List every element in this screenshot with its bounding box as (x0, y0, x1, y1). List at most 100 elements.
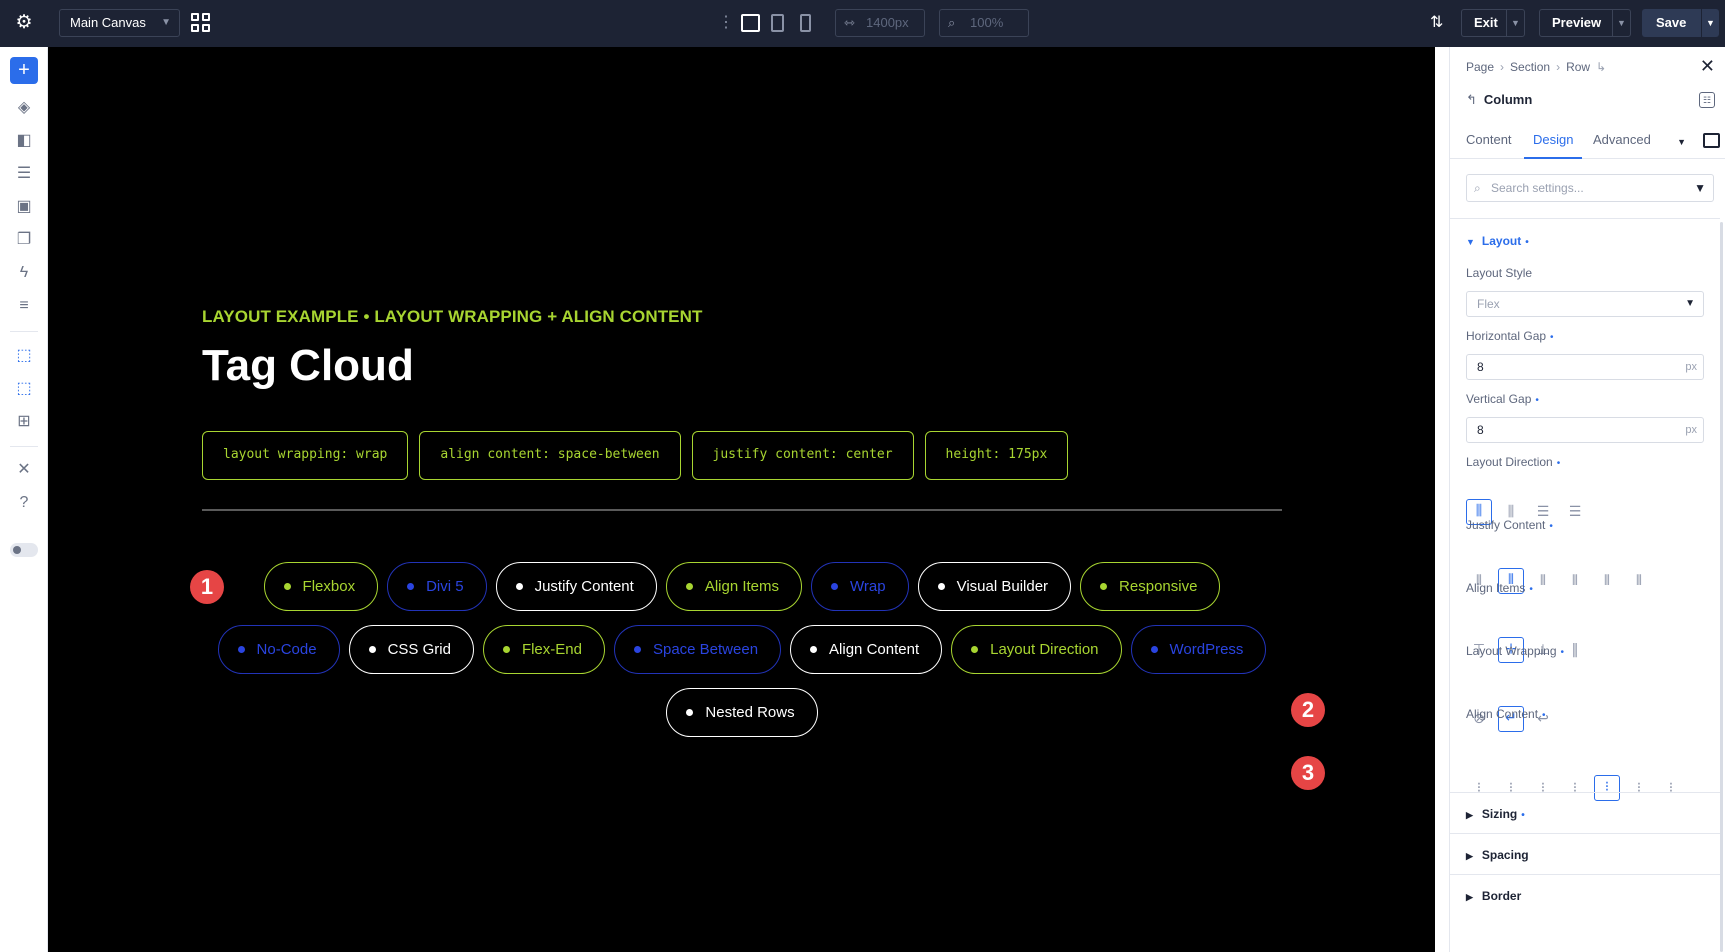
vertical-gap-input[interactable]: 8 px (1466, 417, 1704, 443)
layout-direction-label: Layout Direction • (1466, 455, 1561, 469)
chevron-down-icon[interactable]: ▼ (1612, 10, 1630, 36)
align-content-start-icon[interactable]: ⁝ (1498, 775, 1524, 801)
sizing-group-header[interactable]: ▶ Sizing • (1466, 807, 1525, 821)
tab-content[interactable]: Content (1466, 127, 1512, 159)
tag-label: Align Content (829, 641, 920, 658)
filter-icon[interactable]: ▼ (1694, 175, 1706, 201)
mode-toggle[interactable] (10, 543, 38, 557)
direction-column-reverse-icon[interactable]: ☰ (1562, 499, 1588, 525)
help-icon[interactable]: ? (12, 491, 36, 515)
theme-icon[interactable]: ◧ (12, 129, 36, 153)
layout-style-select[interactable]: Flex ▼ (1466, 291, 1704, 317)
search-placeholder: Search settings... (1491, 181, 1584, 195)
canvas-select-label: Main Canvas (70, 15, 146, 30)
search-icon: ⌕ (1474, 181, 1481, 195)
justify-space-between-icon[interactable]: ⦀ (1562, 568, 1588, 594)
tag-label: Flexbox (302, 578, 356, 595)
align-content-space-around-icon[interactable]: ⁝ (1626, 775, 1652, 801)
align-content-text: Align Content (1466, 707, 1539, 721)
grid-view-icon[interactable] (191, 13, 210, 32)
tablet-view-icon[interactable] (771, 14, 784, 32)
align-content-end-icon[interactable]: ⁝ (1562, 775, 1588, 801)
align-content-space-between-icon[interactable]: ⁝ (1594, 775, 1620, 801)
horizontal-gap-value: 8 (1477, 360, 1484, 374)
canvas-width-field[interactable]: ⇿ 1400px (835, 9, 925, 37)
list-icon[interactable]: ≡ (12, 294, 36, 318)
tag-chip: No-Code (217, 625, 340, 674)
tag-chip: Wrap (811, 562, 909, 611)
template-icon[interactable]: ▣ (12, 195, 36, 219)
preview-button[interactable]: Preview ▼ (1539, 9, 1631, 37)
layout-wrapping-text: Layout Wrapping (1466, 644, 1557, 658)
close-icon[interactable]: ✕ (1700, 56, 1715, 77)
tag-chip: Flexbox (263, 562, 379, 611)
tag-label: Layout Direction (990, 641, 1099, 658)
align-stretch-icon[interactable]: ‖ (1562, 637, 1588, 663)
panel-scrollbar[interactable] (1720, 222, 1723, 952)
more-icon[interactable]: ⋮ (718, 13, 734, 33)
desktop-view-icon[interactable] (741, 14, 760, 32)
settings-layout-icon[interactable]: ⊞ (12, 410, 36, 434)
pages-icon[interactable]: ❐ (12, 228, 36, 252)
justify-space-around-icon[interactable]: ⦀ (1594, 568, 1620, 594)
tag-chip: Space Between (613, 625, 782, 674)
bullet-dot-icon (1100, 583, 1108, 590)
bullet-dot-icon (237, 646, 245, 653)
align-content-stretch-icon[interactable]: ⁝ (1466, 775, 1492, 801)
settings-search-input[interactable]: ⌕ Search settings... ▼ (1466, 174, 1714, 202)
tag-label: Nested Rows (705, 704, 795, 721)
unit-label[interactable]: px (1685, 418, 1697, 442)
spacing-group-header[interactable]: ▶ Spacing (1466, 848, 1529, 862)
breadcrumb: Page › Section › Row ↳ (1466, 60, 1606, 74)
back-icon[interactable]: ↰ (1466, 92, 1477, 107)
tab-advanced[interactable]: Advanced (1593, 127, 1651, 159)
database-icon[interactable]: ☰ (12, 162, 36, 186)
divider (1450, 792, 1720, 793)
tag-label: Space Between (652, 641, 759, 658)
chevron-down-icon[interactable]: ▼ (1506, 10, 1524, 36)
lightning-icon[interactable]: ϟ (12, 261, 36, 285)
tab-design[interactable]: Design (1524, 127, 1583, 159)
tag-chip: Justify Content (495, 562, 657, 611)
layout-group-header[interactable]: ▼ Layout • (1466, 234, 1529, 248)
tag-label: No-Code (256, 641, 317, 658)
step-marker: 3 (1291, 756, 1325, 790)
tag-chip: WordPress (1130, 625, 1267, 674)
bullet-dot-icon (368, 646, 376, 653)
zoom-field[interactable]: ⌕ 100% (939, 9, 1029, 37)
element-settings-icon[interactable]: ☷ (1699, 92, 1715, 108)
phone-view-icon[interactable] (800, 14, 811, 32)
align-content-center-icon[interactable]: ⁝ (1530, 775, 1556, 801)
layout-direction-text: Layout Direction (1466, 455, 1553, 469)
layout-style-label: Layout Style (1466, 266, 1533, 280)
breadcrumb-page[interactable]: Page (1466, 60, 1494, 74)
preview-label: Preview (1552, 15, 1602, 30)
add-icon[interactable]: + (10, 57, 38, 84)
exit-button[interactable]: Exit ▼ (1461, 9, 1525, 37)
element-name-label: Column (1483, 92, 1533, 107)
select-icon[interactable]: ⬚ (12, 344, 36, 368)
view-mode-icon[interactable] (1703, 133, 1720, 148)
horizontal-gap-input[interactable]: 8 px (1466, 354, 1704, 380)
align-content-space-evenly-icon[interactable]: ⁝ (1658, 775, 1684, 801)
breadcrumb-row[interactable]: Row (1566, 60, 1590, 74)
justify-space-evenly-icon[interactable]: ⦀ (1626, 568, 1652, 594)
canvas-select[interactable]: Main Canvas ▼ (59, 9, 180, 37)
gear-icon[interactable]: ⚙ (14, 13, 34, 33)
tag-label: CSS Grid (387, 641, 451, 658)
align-items-text: Align Items (1466, 581, 1526, 595)
spacing-label: Spacing (1481, 848, 1529, 862)
border-group-header[interactable]: ▶ Border (1466, 889, 1521, 903)
unit-label[interactable]: px (1685, 355, 1697, 379)
chevron-down-icon[interactable]: ▼ (1677, 137, 1686, 147)
sort-icon[interactable]: ⇅ (1430, 12, 1443, 32)
save-button[interactable]: Save ▼ (1642, 9, 1719, 37)
tools-icon[interactable]: ✕ (12, 458, 36, 482)
left-sidebar: + ◈ ◧ ☰ ▣ ❐ ϟ ≡ ⬚ ⬚ ⊞ ✕ ? (0, 47, 48, 952)
multi-select-icon[interactable]: ⬚ (12, 377, 36, 401)
chevron-down-icon[interactable]: ▼ (1701, 9, 1719, 37)
bullet-dot-icon (971, 646, 979, 653)
breadcrumb-section[interactable]: Section (1510, 60, 1550, 74)
justify-end-icon[interactable]: ⦀ (1530, 568, 1556, 594)
layers-icon[interactable]: ◈ (12, 96, 36, 120)
